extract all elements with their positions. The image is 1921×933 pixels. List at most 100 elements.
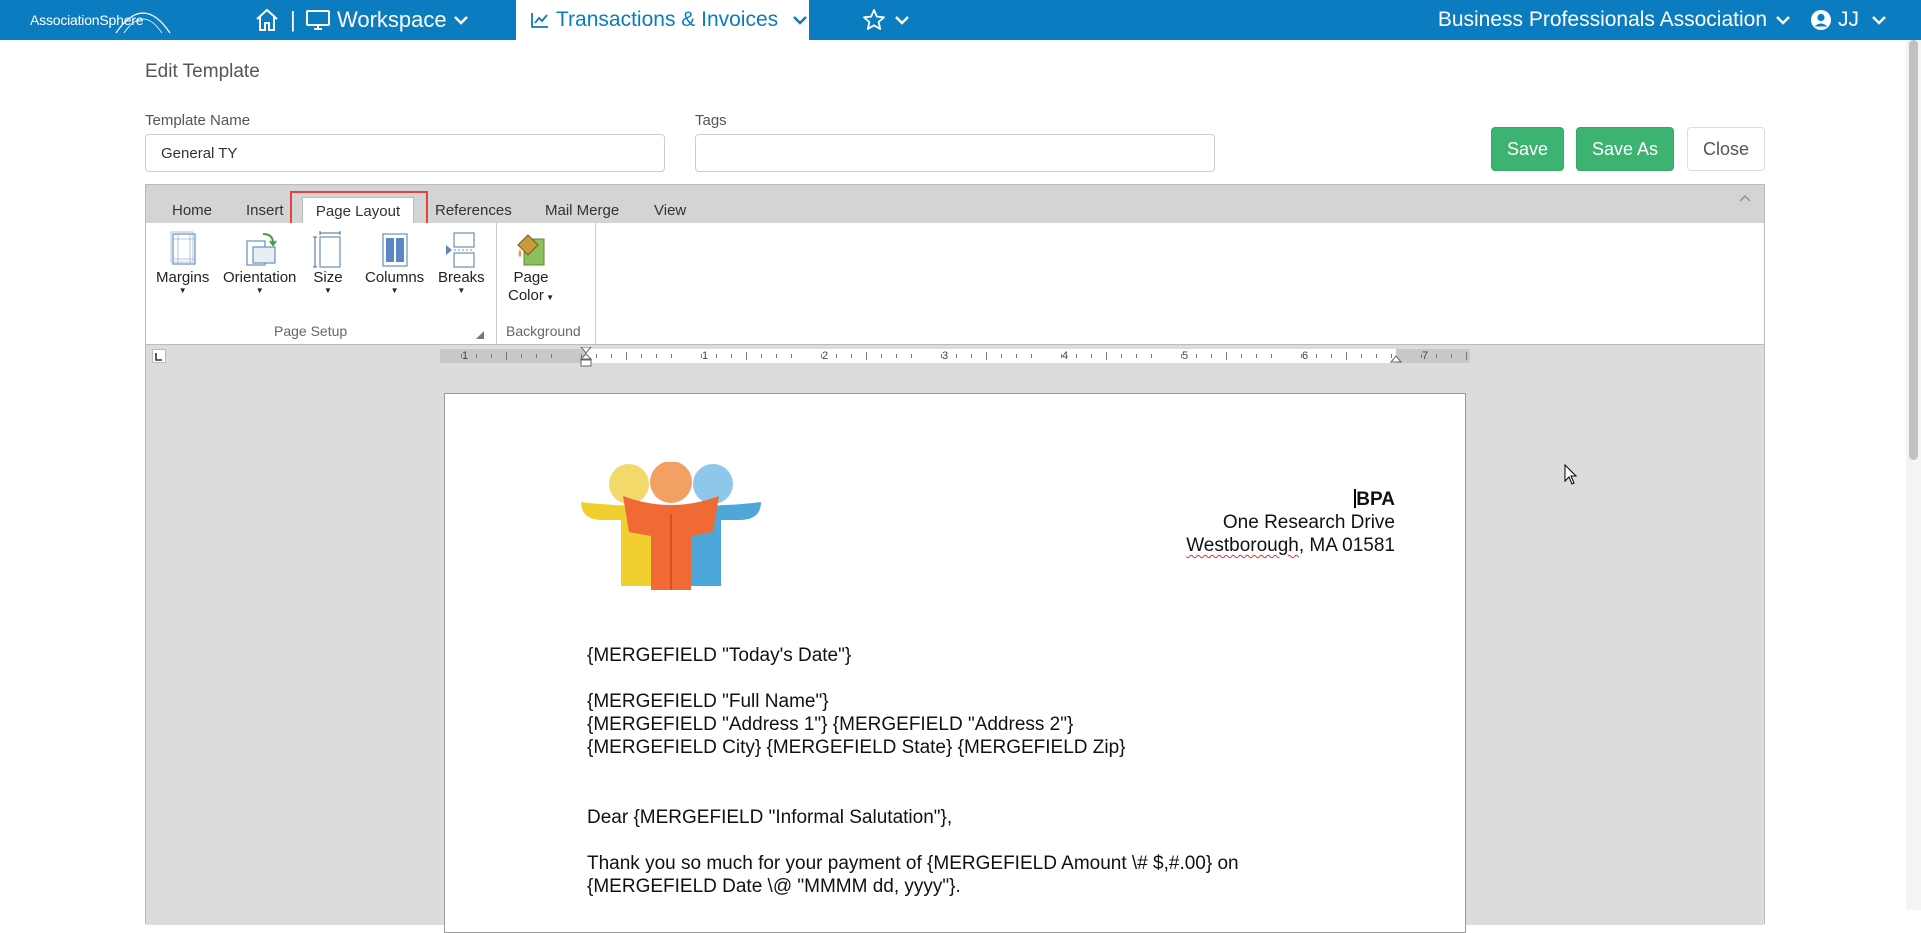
horizontal-ruler[interactable]: 1 1 2 3 4 5 6 7: [440, 347, 1470, 367]
ruler-label: 5: [1182, 350, 1189, 362]
document-page[interactable]: BPA One Research Drive Westborough, MA 0…: [444, 393, 1466, 933]
columns-icon: [381, 233, 408, 267]
orientation-icon: [246, 233, 277, 266]
tab-mail-merge[interactable]: Mail Merge: [545, 202, 619, 219]
page-title: Edit Template: [145, 61, 260, 82]
ruler-tick: [1271, 354, 1272, 358]
tab-selector-button[interactable]: [152, 349, 166, 363]
workspace-label: Workspace: [337, 7, 447, 32]
ruler-label: 3: [942, 350, 949, 362]
ruler-tick: [581, 354, 582, 358]
template-name-label: Template Name: [145, 112, 251, 129]
ruler-tick: [671, 354, 672, 358]
dropdown-caret-icon: ▼: [543, 293, 554, 302]
ruler-tick: [1346, 352, 1347, 360]
merge-line-full-name: {MERGEFIELD "Full Name"}: [587, 691, 829, 712]
ruler-tick: [821, 354, 822, 358]
columns-button[interactable]: Columns ▼: [365, 231, 424, 296]
ruler-tick: [791, 354, 792, 358]
ruler-tick: [1196, 354, 1197, 358]
margins-button[interactable]: Margins ▼: [156, 231, 209, 296]
page-scrollbar[interactable]: [1906, 40, 1921, 910]
ruler-tick: [1181, 354, 1182, 358]
orientation-button[interactable]: Orientation ▼: [223, 231, 296, 296]
tags-input[interactable]: [695, 134, 1215, 172]
ruler-tick: [1241, 354, 1242, 358]
ruler-tick: [776, 354, 777, 358]
tab-view[interactable]: View: [654, 202, 686, 219]
chevron-down-icon: [453, 16, 468, 25]
ribbon-tab-strip: Home Insert Page Layout References Mail …: [146, 185, 1764, 227]
scrollbar-thumb[interactable]: [1909, 40, 1918, 460]
organization-menu[interactable]: Business Professionals Association: [1438, 0, 1791, 40]
save-button[interactable]: Save: [1491, 127, 1564, 171]
ruler-tick: [1256, 354, 1257, 358]
ruler-label: 2: [822, 350, 829, 362]
left-tab-stop-icon: [155, 353, 162, 361]
organization-label: Business Professionals Association: [1437, 8, 1767, 31]
ribbon-group-divider: [595, 223, 596, 344]
margins-label: Margins: [156, 269, 210, 286]
ruler-tick: [1376, 354, 1377, 358]
sender-address-block: BPA One Research Drive Westborough, MA 0…: [1186, 488, 1395, 557]
breaks-button[interactable]: Breaks ▼: [438, 231, 485, 296]
tab-page-layout[interactable]: Page Layout: [302, 197, 414, 223]
page-color-label-line2: Color ▼: [508, 287, 554, 304]
ruler-tick: [731, 354, 732, 358]
document-editor: Home Insert Page Layout References Mail …: [145, 184, 1765, 933]
template-name-input[interactable]: [145, 134, 665, 172]
ruler-tick: [746, 352, 747, 360]
top-nav-bar: AssociationSphere | Workspace Transactio…: [0, 0, 1921, 40]
star-icon: [863, 9, 885, 30]
ruler-tick: [626, 352, 627, 360]
ruler-tick: [956, 354, 957, 358]
merge-line-city-state-zip: {MERGEFIELD City} {MERGEFIELD State} {ME…: [587, 737, 1126, 758]
address-city-line: Westborough, MA 01581: [1186, 535, 1395, 556]
page-color-label-line1: Page: [513, 269, 549, 286]
ruler-tick: [611, 354, 612, 358]
ruler-tick: [1016, 354, 1017, 358]
size-label: Size: [313, 269, 343, 286]
logo-globe-icon: [115, 12, 171, 34]
ruler-tick: [1121, 354, 1122, 358]
user-initials: JJ: [1838, 8, 1859, 31]
merge-line-salutation: Dear {MERGEFIELD "Informal Salutation"},: [587, 807, 953, 828]
save-as-button[interactable]: Save As: [1576, 127, 1674, 171]
ruler-label: 1: [702, 350, 709, 362]
ruler-tick: [851, 354, 852, 358]
favorites-menu[interactable]: [862, 0, 910, 40]
ruler-tick: [866, 352, 867, 360]
collapse-ribbon-icon[interactable]: [1738, 193, 1752, 203]
ruler-tick: [971, 354, 972, 358]
tab-insert[interactable]: Insert: [246, 202, 284, 219]
ruler-tick: [911, 354, 912, 358]
ruler-tick: [761, 354, 762, 358]
workspace-menu[interactable]: Workspace: [305, 0, 469, 40]
ribbon-panel: Margins ▼ Orientation ▼ Size ▼ Columns ▼…: [146, 223, 1764, 345]
merge-line-date: {MERGEFIELD "Today's Date"}: [587, 645, 852, 666]
monitor-icon: [306, 10, 330, 30]
ruler-tick: [641, 354, 642, 358]
tab-home[interactable]: Home: [172, 202, 212, 219]
close-button[interactable]: Close: [1687, 127, 1765, 171]
tab-references[interactable]: References: [435, 202, 512, 219]
dialog-launcher-icon[interactable]: [476, 331, 484, 339]
transactions-invoices-menu[interactable]: Transactions & Invoices: [516, 0, 809, 40]
columns-label: Columns: [365, 269, 425, 286]
ruler-tick: [1316, 354, 1317, 358]
size-button[interactable]: Size ▼: [311, 231, 345, 296]
ruler-tick: [1106, 352, 1107, 360]
ruler-label: 7: [1422, 350, 1429, 362]
document-canvas: 1 1 2 3 4 5 6 7 BPA One Research Drive W…: [146, 345, 1764, 933]
app-logo[interactable]: AssociationSphere: [30, 5, 171, 35]
ruler-tick: [596, 354, 597, 358]
user-menu[interactable]: JJ: [1810, 0, 1887, 40]
home-icon[interactable]: [254, 7, 280, 33]
page-color-button[interactable]: Page Color ▼: [508, 231, 554, 305]
ruler-tick: [1001, 354, 1002, 358]
ruler-tick: [1061, 354, 1062, 358]
ruler-tick: [1211, 354, 1212, 358]
ruler-tick: [1421, 354, 1422, 358]
dropdown-caret-icon: ▼: [390, 286, 399, 295]
dropdown-caret-icon: ▼: [324, 286, 332, 295]
